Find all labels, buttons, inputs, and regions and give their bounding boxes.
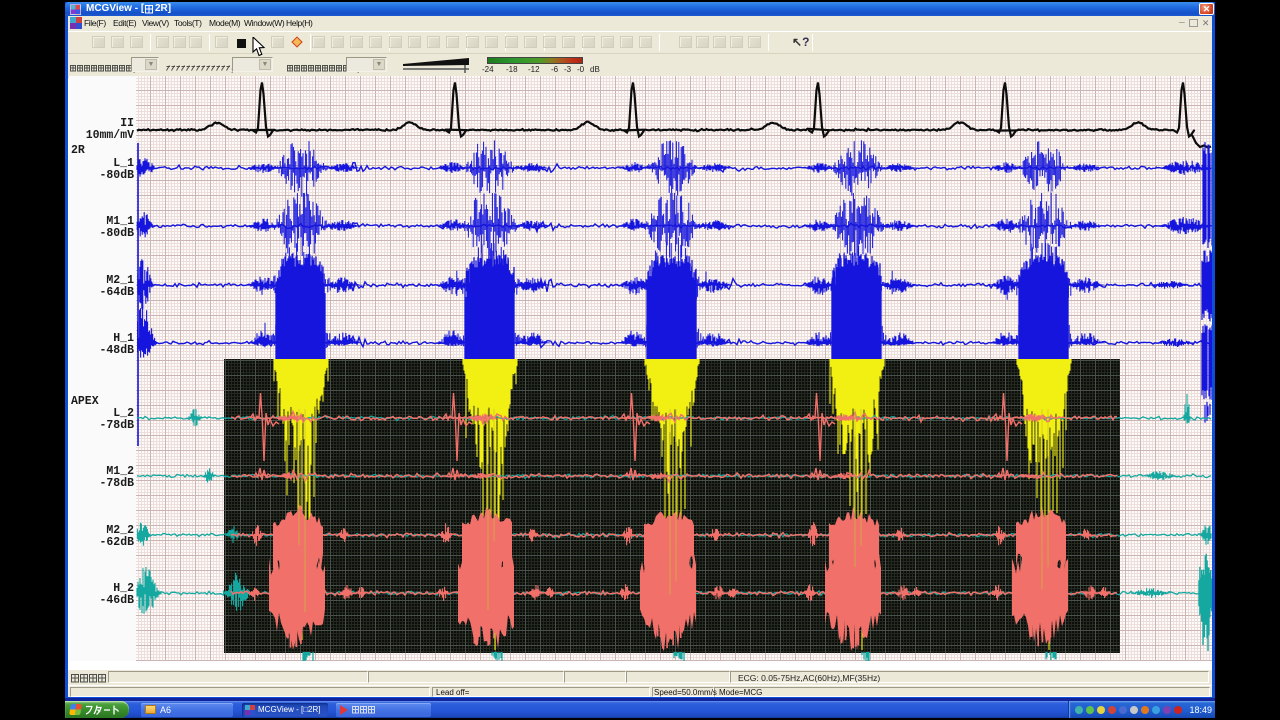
- svg-text:-78dB: -78dB: [99, 477, 134, 490]
- svg-text:-80dB: -80dB: [99, 227, 134, 240]
- svg-text:-78dB: -78dB: [99, 419, 134, 432]
- svg-text:2R: 2R: [71, 144, 85, 157]
- svg-text:-80dB: -80dB: [99, 169, 134, 182]
- svg-text:APEX: APEX: [71, 395, 99, 408]
- svg-text:-64dB: -64dB: [99, 286, 134, 299]
- svg-text:-46dB: -46dB: [99, 594, 134, 607]
- svg-text:-62dB: -62dB: [99, 536, 134, 549]
- svg-text:10mm/mV: 10mm/mV: [86, 129, 134, 142]
- svg-text:-48dB: -48dB: [99, 344, 134, 357]
